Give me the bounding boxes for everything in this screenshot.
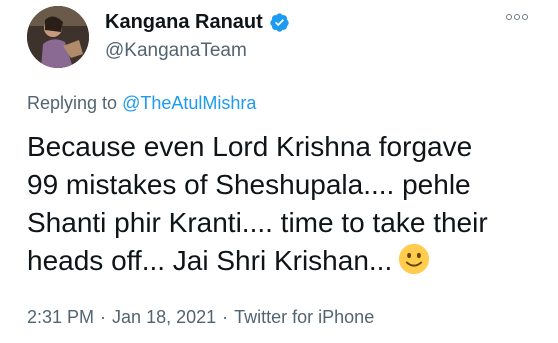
avatar-image	[27, 6, 89, 68]
avatar[interactable]	[27, 6, 89, 68]
author-display-name[interactable]: Kangana Ranaut	[105, 10, 263, 34]
verified-badge-icon	[270, 12, 289, 32]
tweet-line-text: heads off... Jai Shri Krishan...	[27, 245, 393, 276]
tweet-line: 99 mistakes of Sheshupala.... pehle	[27, 169, 471, 200]
author-handle[interactable]: @KanganaTeam	[105, 39, 247, 63]
meta-separator: ·	[222, 307, 229, 327]
author-name-row[interactable]: Kangana Ranaut	[105, 10, 290, 34]
tweet-text: Because even Lord Krishna forgave 99 mis…	[27, 128, 537, 280]
slightly-smiling-face-icon	[399, 243, 430, 275]
tweet-line: Shanti phir Kranti.... time to take thei…	[27, 207, 488, 238]
more-options-icon[interactable]	[506, 14, 528, 20]
tweet-source: Twitter for iPhone	[234, 307, 375, 327]
tweet-line: Because even Lord Krishna forgave	[27, 131, 473, 162]
reply-mention-link[interactable]: @TheAtulMishra	[122, 93, 256, 113]
replying-prefix: Replying to	[27, 93, 118, 113]
tweet-meta: 2:31 PM · Jan 18, 2021 · Twitter for iPhone	[27, 306, 374, 328]
tweet-card: Kangana Ranaut @KanganaTeam Replying to …	[0, 0, 558, 343]
meta-separator: ·	[100, 307, 107, 327]
tweet-date[interactable]: Jan 18, 2021	[112, 307, 216, 327]
tweet-line-last: heads off... Jai Shri Krishan...	[27, 242, 537, 280]
replying-to: Replying to @TheAtulMishra	[27, 92, 256, 114]
tweet-time[interactable]: 2:31 PM	[27, 307, 94, 327]
